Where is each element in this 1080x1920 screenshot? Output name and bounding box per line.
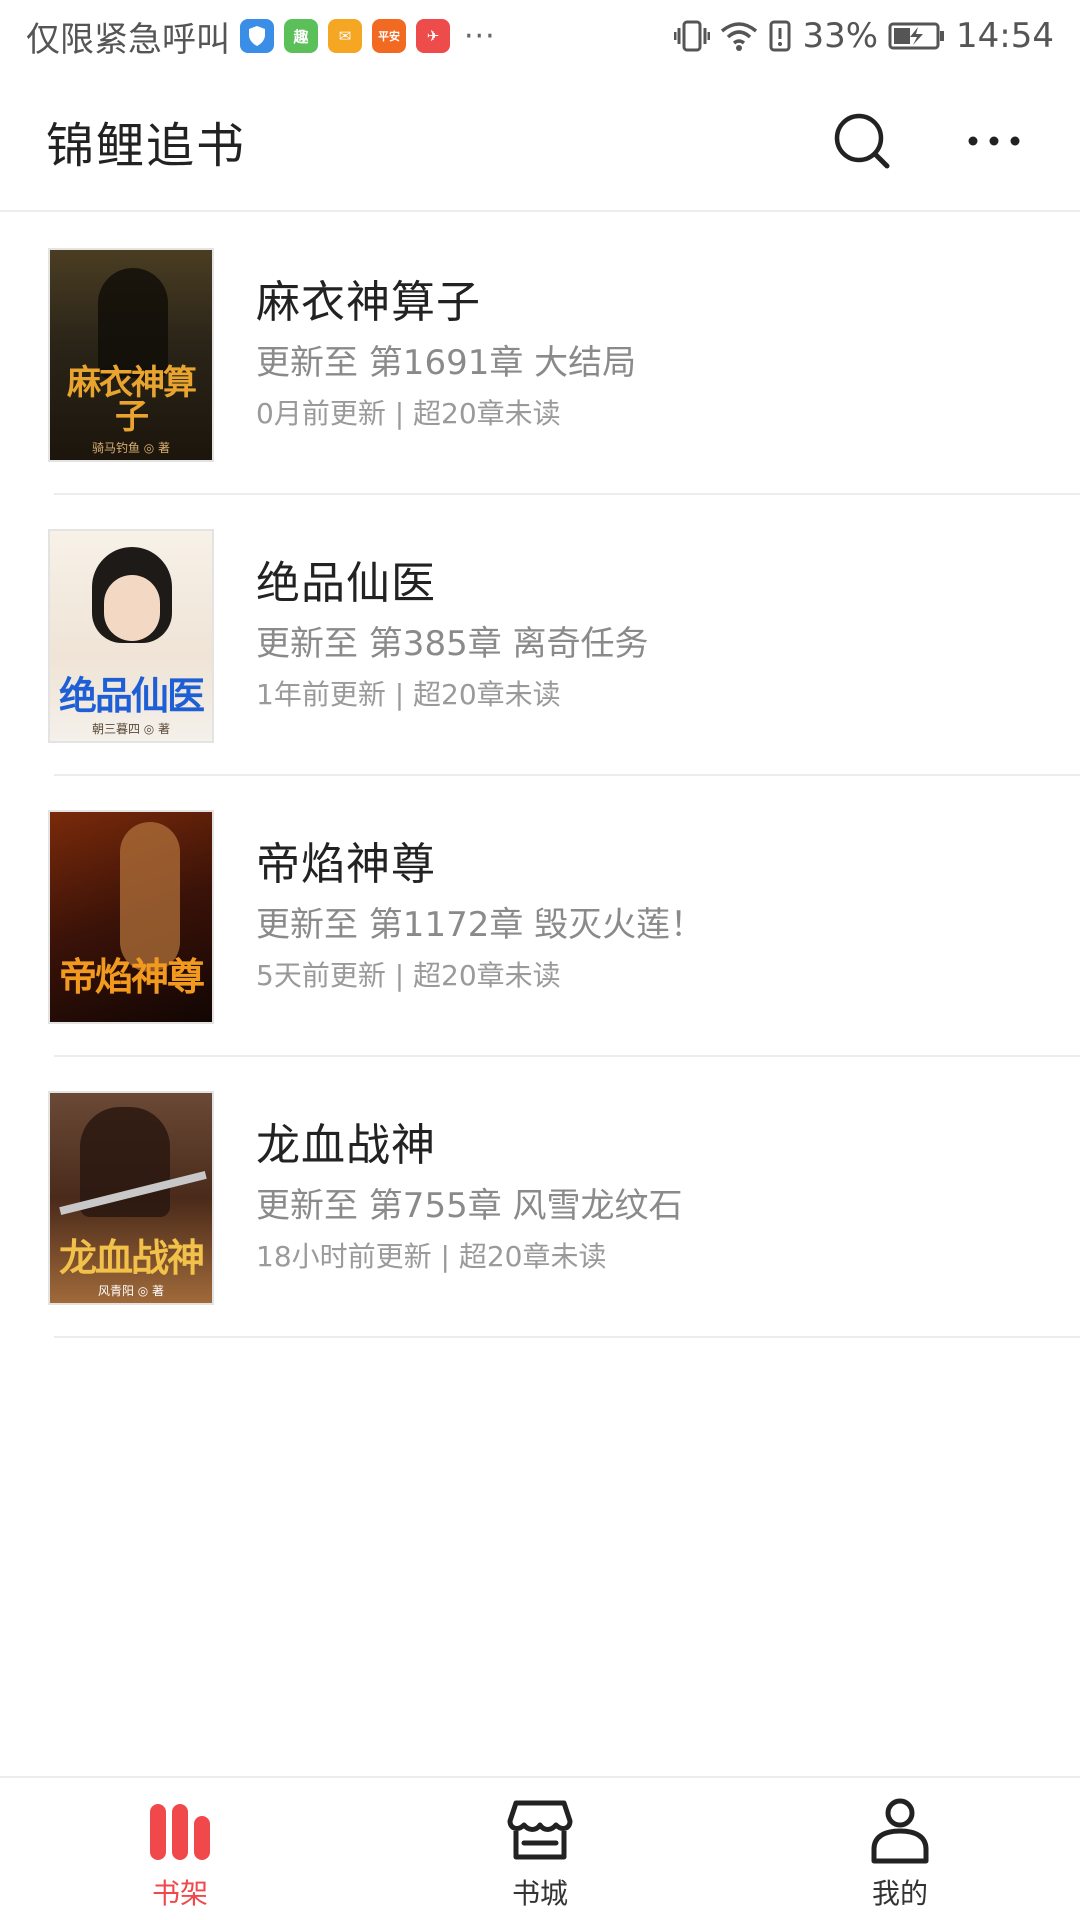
- status-left: 仅限紧急呼叫 趣 ✉ 平安 ✈ ···: [26, 12, 496, 61]
- book-update-meta: 1年前更新 | 超20章未读: [256, 677, 561, 711]
- search-button[interactable]: [822, 101, 902, 181]
- book-title: 绝品仙医: [256, 557, 436, 609]
- battery-percent: 33%: [802, 16, 879, 56]
- book-item[interactable]: 绝品仙医 朝三暮四 ◎ 著 绝品仙医 更新至 第385章 离奇任务 1年前更新 …: [0, 495, 1080, 776]
- book-title: 龙血战神: [256, 1119, 436, 1171]
- more-button[interactable]: [954, 101, 1034, 181]
- qu-app-icon: 趣: [284, 19, 318, 53]
- cover-title: 麻衣神算子: [67, 362, 197, 437]
- book-info: 帝焰神尊 更新至 第1172章 毁灭火莲！ 5天前更新 | 超20章未读: [256, 835, 704, 999]
- clock-time: 14:54: [956, 16, 1054, 56]
- book-item[interactable]: 帝焰神尊 帝焰神尊 更新至 第1172章 毁灭火莲！ 5天前更新 | 超20章未…: [0, 776, 1080, 1057]
- cover-author: 骑马钓鱼 ◎ 著: [91, 440, 171, 455]
- book-latest-chapter: 更新至 第1691章 大结局: [256, 342, 637, 383]
- profile-icon: [871, 1798, 929, 1864]
- vibrate-icon: [674, 19, 711, 53]
- book-cover: 帝焰神尊: [48, 809, 214, 1024]
- book-latest-chapter: 更新至 第755章 风雪龙纹石: [256, 1185, 683, 1226]
- shield-app-icon: [240, 19, 274, 53]
- store-icon: [507, 1800, 573, 1860]
- nav-label: 我的: [871, 1877, 928, 1910]
- book-update-meta: 18小时前更新 | 超20章未读: [256, 1239, 607, 1273]
- book-cover: 龙血战神 风青阳 ◎ 著: [48, 1090, 214, 1305]
- book-title: 麻衣神算子: [256, 276, 481, 328]
- nav-tab-store[interactable]: 书城: [360, 1778, 720, 1920]
- status-bar: 仅限紧急呼叫 趣 ✉ 平安 ✈ ··· 33% 14:54: [0, 0, 1080, 72]
- nav-label: 书架: [151, 1877, 208, 1910]
- cover-author: 风青阳 ◎ 著: [97, 1283, 165, 1298]
- app-header: 锦鲤追书: [0, 72, 1080, 212]
- nav-tab-bookshelf[interactable]: 书架: [0, 1778, 360, 1920]
- book-cover: 绝品仙医 朝三暮四 ◎ 著: [48, 528, 214, 743]
- red-app-icon: ✈: [416, 19, 450, 53]
- bookshelf-list: 麻衣神算子 骑马钓鱼 ◎ 著 麻衣神算子 更新至 第1691章 大结局 0月前更…: [0, 214, 1080, 1338]
- battery-alert-icon: [768, 19, 792, 53]
- bottom-navigation: 书架 书城 我的: [0, 1776, 1080, 1920]
- nav-label: 书城: [511, 1877, 568, 1910]
- cover-title: 绝品仙医: [58, 672, 205, 718]
- more-icon: [968, 136, 1020, 146]
- book-item[interactable]: 麻衣神算子 骑马钓鱼 ◎ 著 麻衣神算子 更新至 第1691章 大结局 0月前更…: [0, 214, 1080, 495]
- cover-author: 朝三暮四 ◎ 著: [91, 721, 171, 736]
- book-item[interactable]: 龙血战神 风青阳 ◎ 著 龙血战神 更新至 第755章 风雪龙纹石 18小时前更…: [0, 1057, 1080, 1338]
- book-info: 龙血战神 更新至 第755章 风雪龙纹石 18小时前更新 | 超20章未读: [256, 1116, 683, 1280]
- wifi-icon: [720, 20, 758, 52]
- book-latest-chapter: 更新至 第1172章 毁灭火莲！: [256, 904, 705, 945]
- more-notifications-icon: ···: [464, 18, 496, 54]
- status-right: 33% 14:54: [674, 16, 1054, 56]
- app-title: 锦鲤追书: [46, 118, 247, 174]
- book-update-meta: 5天前更新 | 超20章未读: [256, 958, 561, 992]
- mail-app-icon: ✉: [328, 19, 362, 53]
- book-update-meta: 0月前更新 | 超20章未读: [256, 396, 561, 430]
- cover-title: 帝焰神尊: [58, 953, 205, 999]
- book-cover: 麻衣神算子 骑马钓鱼 ◎ 著: [48, 247, 214, 462]
- bookshelf-icon: [150, 1804, 210, 1860]
- book-latest-chapter: 更新至 第385章 离奇任务: [256, 623, 649, 664]
- cover-title: 龙血战神: [58, 1234, 205, 1280]
- carrier-text: 仅限紧急呼叫: [26, 19, 230, 60]
- book-info: 绝品仙医 更新至 第385章 离奇任务 1年前更新 | 超20章未读: [256, 554, 649, 718]
- pingan-bank-app-icon: 平安: [372, 19, 406, 53]
- book-title: 帝焰神尊: [256, 838, 436, 890]
- nav-tab-profile[interactable]: 我的: [720, 1778, 1080, 1920]
- battery-charging-icon: [888, 21, 946, 51]
- search-icon: [834, 113, 890, 169]
- app-screen: 仅限紧急呼叫 趣 ✉ 平安 ✈ ··· 33% 14:54 锦鲤追书 麻衣神算子…: [0, 0, 1080, 1920]
- book-info: 麻衣神算子 更新至 第1691章 大结局 0月前更新 | 超20章未读: [256, 273, 636, 437]
